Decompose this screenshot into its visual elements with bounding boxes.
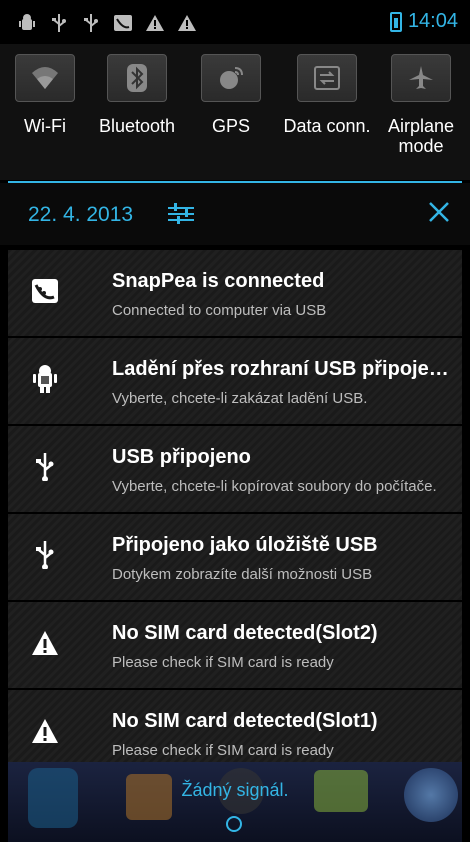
toggle-label: Bluetooth [98, 116, 176, 136]
toggle-data-connection[interactable]: Data conn. [282, 54, 372, 136]
toggle-label: Data conn. [283, 116, 371, 136]
notification-usb-connected[interactable]: USB připojeno Vyberte, chcete-li kopírov… [8, 426, 462, 514]
quick-settings-toggles: Wi-Fi Bluetooth GPS Data conn. Airplane … [0, 44, 470, 212]
gps-icon [201, 54, 261, 102]
notification-list: SnapPea is connected Connected to comput… [8, 250, 462, 778]
notification-title: No SIM card detected(Slot2) [112, 622, 378, 644]
data-connection-icon [297, 54, 357, 102]
notification-subtitle: Vyberte, chcete-li kopírovat soubory do … [112, 478, 437, 495]
bluetooth-icon [107, 54, 167, 102]
toggle-gps[interactable]: GPS [186, 54, 276, 136]
notification-usb-debugging[interactable]: Ladění přes rozhraní USB připojeno Vyber… [8, 338, 462, 426]
carrier-status: Žádný signál. [181, 780, 289, 800]
usb-icon [30, 452, 60, 482]
toggle-wifi[interactable]: Wi-Fi [0, 54, 90, 136]
usb-icon [30, 540, 60, 570]
snappea-icon [114, 14, 132, 32]
notification-subtitle: Dotykem zobrazíte další možnosti USB [112, 566, 373, 583]
settings-sliders-icon[interactable] [168, 201, 194, 227]
toggle-label: Airplane mode [387, 116, 455, 156]
shade-footer: Žádný signál. [8, 762, 462, 842]
notification-snappea[interactable]: SnapPea is connected Connected to comput… [8, 250, 462, 338]
snappea-icon [30, 276, 60, 306]
notification-subtitle: Connected to computer via USB [112, 302, 327, 319]
notification-subtitle: Please check if SIM card is ready [112, 654, 334, 671]
notification-title: Ladění přes rozhraní USB připojeno [112, 358, 452, 380]
battery-icon [389, 11, 402, 32]
notification-subtitle: Vyberte, chcete-li zakázat ladění USB. [112, 390, 368, 407]
drag-handle-icon[interactable] [226, 816, 242, 832]
warning-icon [146, 14, 164, 32]
notification-title: USB připojeno [112, 446, 251, 468]
notification-subtitle: Please check if SIM card is ready [112, 742, 334, 759]
android-debug-icon [30, 364, 60, 394]
airplane-icon [391, 54, 451, 102]
clock: 14:04 [407, 10, 458, 32]
toggle-bluetooth[interactable]: Bluetooth [92, 54, 182, 136]
usb-icon [50, 14, 68, 32]
notification-title: Připojeno jako úložiště USB [112, 534, 378, 556]
notification-header: 22. 4. 2013 [0, 183, 470, 245]
android-debug-icon [18, 14, 36, 32]
notification-usb-storage[interactable]: Připojeno jako úložiště USB Dotykem zobr… [8, 514, 462, 602]
date: 22. 4. 2013 [28, 203, 134, 226]
usb-icon [82, 14, 100, 32]
notification-sim-slot2[interactable]: No SIM card detected(Slot2) Please check… [8, 602, 462, 690]
clear-all-icon[interactable] [428, 201, 450, 223]
warning-icon [178, 14, 196, 32]
wifi-icon [15, 54, 75, 102]
status-icons [18, 14, 196, 32]
warning-icon [30, 628, 60, 658]
toggle-label: GPS [211, 116, 250, 136]
notification-title: SnapPea is connected [112, 270, 325, 292]
toggle-label: Wi-Fi [24, 116, 66, 136]
status-right: 14:04 [389, 10, 458, 33]
toggle-airplane-mode[interactable]: Airplane mode [376, 54, 466, 156]
warning-icon [30, 716, 60, 746]
status-bar: 14:04 [0, 0, 470, 44]
notification-title: No SIM card detected(Slot1) [112, 710, 378, 732]
